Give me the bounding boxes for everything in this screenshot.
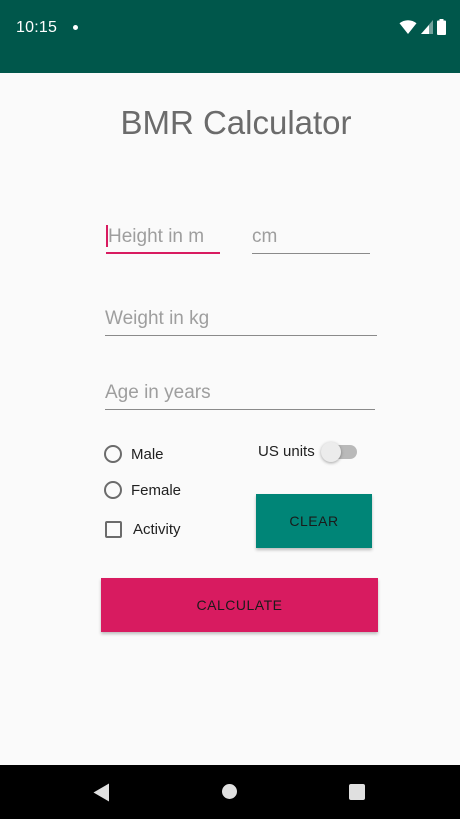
clear-button[interactable]: CLEAR — [256, 494, 372, 548]
height-cm-input[interactable] — [252, 222, 370, 252]
weight-field[interactable] — [105, 304, 377, 336]
radio-male[interactable]: Male — [104, 445, 164, 463]
weight-underline — [105, 335, 377, 336]
calculate-button[interactable]: CALCULATE — [101, 578, 378, 632]
switch-thumb[interactable] — [320, 441, 341, 462]
radio-female[interactable]: Female — [104, 481, 181, 499]
us-units-switch[interactable] — [320, 441, 357, 462]
weight-input[interactable] — [105, 304, 377, 334]
activity-label: Activity — [133, 521, 181, 538]
signal-icon — [421, 20, 433, 34]
radio-female-label: Female — [131, 481, 182, 499]
height-cm-underline — [252, 253, 370, 254]
age-field[interactable] — [105, 378, 375, 410]
wifi-icon — [399, 20, 417, 34]
home-icon[interactable] — [222, 784, 237, 799]
us-units-label: US units — [258, 443, 315, 460]
checkbox-unchecked-icon[interactable] — [105, 521, 122, 538]
back-icon[interactable] — [93, 783, 110, 802]
activity-checkbox[interactable]: Activity — [105, 521, 181, 538]
height-m-input[interactable] — [106, 222, 222, 252]
height-cm-field[interactable] — [252, 222, 370, 254]
page-title: BMR Calculator — [120, 104, 352, 141]
status-bar: 10:15 — [0, 0, 460, 73]
status-time: 10:15 — [16, 19, 58, 36]
radio-unchecked-icon[interactable] — [104, 445, 122, 463]
recents-icon[interactable] — [349, 784, 365, 800]
us-units-switch-row[interactable]: US units — [258, 441, 357, 462]
age-underline — [105, 409, 375, 410]
age-input[interactable] — [105, 378, 375, 408]
navigation-bar — [0, 765, 460, 819]
height-m-field[interactable] — [106, 222, 222, 254]
radio-male-label: Male — [131, 445, 164, 463]
main-content — [0, 73, 460, 765]
status-icons — [399, 19, 446, 35]
text-cursor — [106, 225, 108, 247]
battery-icon — [437, 19, 446, 35]
radio-unchecked-icon[interactable] — [104, 481, 122, 499]
notification-dot-icon — [73, 25, 78, 30]
height-m-underline — [106, 252, 220, 254]
